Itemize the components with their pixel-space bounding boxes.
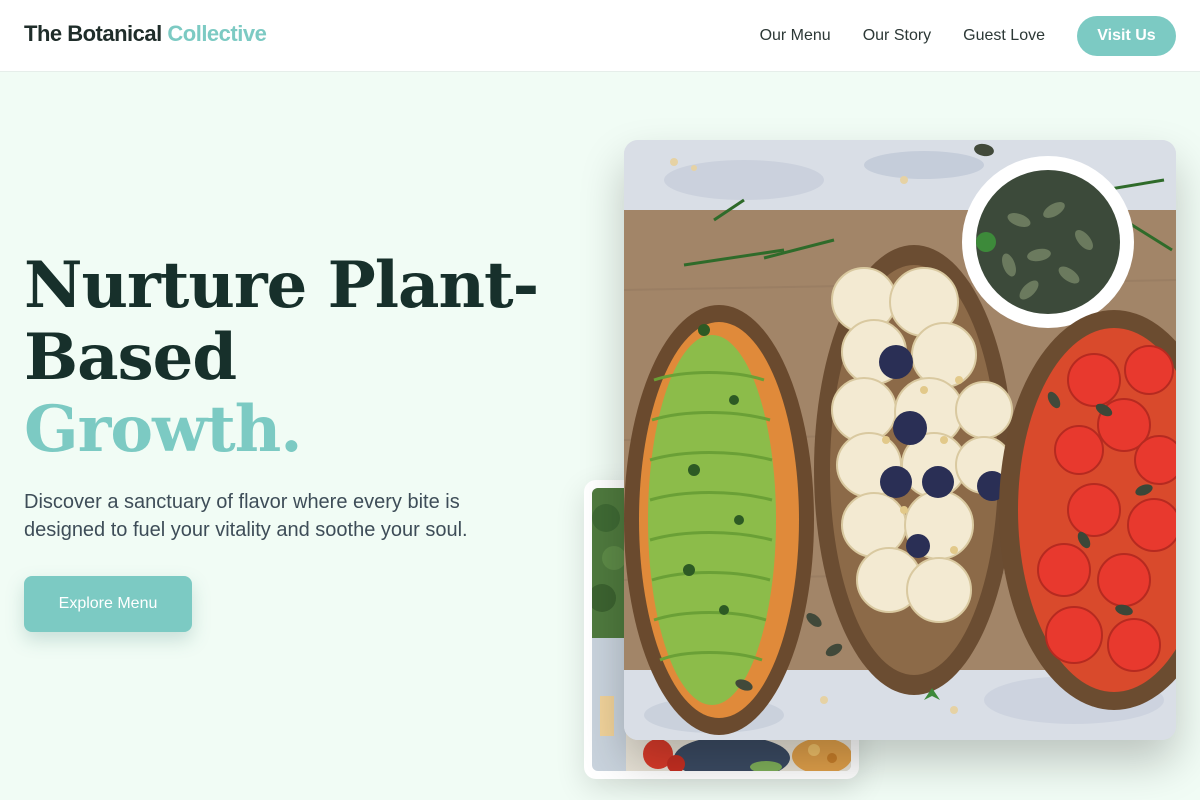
explore-menu-button[interactable]: Explore Menu	[24, 576, 192, 632]
nav-link-our-menu[interactable]: Our Menu	[760, 27, 831, 45]
hero-subtitle: Discover a sanctuary of flavor where eve…	[24, 491, 468, 541]
nav-links: Our Menu Our Story Guest Love Visit Us	[760, 0, 1176, 72]
hero-title: Nurture Plant- Based Growth.	[24, 250, 564, 466]
navbar: The Botanical Collective Our Menu Our St…	[0, 0, 1200, 72]
hero-title-line-1: Nurture Plant-	[24, 248, 539, 323]
nav-link-guest-love[interactable]: Guest Love	[963, 27, 1045, 45]
hero-main-image	[624, 140, 1176, 740]
brand-name-accent: Collective	[167, 21, 267, 46]
hero-title-accent: Growth.	[24, 392, 303, 467]
brand-name: The Botanical	[24, 21, 162, 46]
brand-logo[interactable]: The Botanical Collective	[24, 21, 267, 47]
nav-link-our-story[interactable]: Our Story	[863, 27, 931, 45]
visit-us-button[interactable]: Visit Us	[1077, 16, 1176, 56]
hero-title-line-2: Based	[24, 320, 237, 395]
hero-food-photo	[624, 140, 1176, 740]
